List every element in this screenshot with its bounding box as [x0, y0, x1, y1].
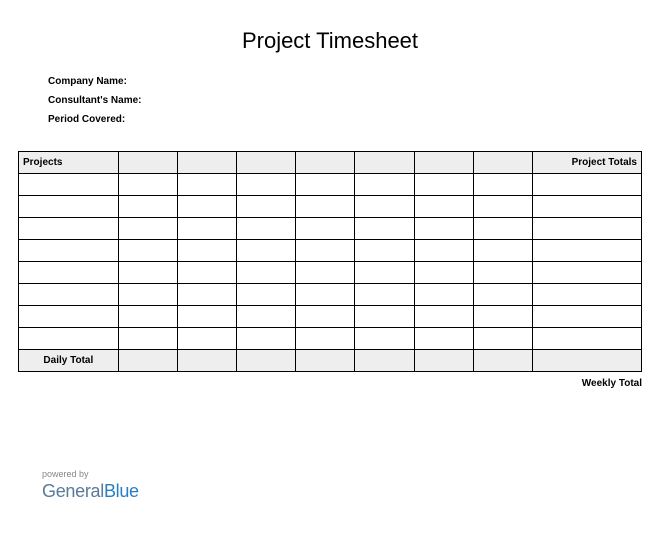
table-row — [19, 328, 642, 350]
daily-total-label: Daily Total — [19, 350, 119, 372]
brand-blue: Blue — [104, 481, 139, 501]
header-day — [118, 152, 177, 174]
table-row — [19, 196, 642, 218]
header-day — [473, 152, 532, 174]
table-row — [19, 218, 642, 240]
consultant-name-label: Consultant's Name: — [48, 91, 660, 110]
header-day — [414, 152, 473, 174]
footer: powered by GeneralBlue — [42, 470, 139, 502]
header-day — [355, 152, 414, 174]
table-row — [19, 262, 642, 284]
header-projects: Projects — [19, 152, 119, 174]
table-row — [19, 174, 642, 196]
header-day — [237, 152, 296, 174]
meta-block: Company Name: Consultant's Name: Period … — [48, 72, 660, 129]
table-row — [19, 306, 642, 328]
powered-by-text: powered by — [42, 470, 139, 480]
timesheet-table: Projects Project Totals Daily Total — [18, 151, 642, 372]
daily-total-row: Daily Total — [19, 350, 642, 372]
company-name-label: Company Name: — [48, 72, 660, 91]
table-header-row: Projects Project Totals — [19, 152, 642, 174]
table-row — [19, 240, 642, 262]
brand-general: General — [42, 481, 104, 501]
header-day — [296, 152, 355, 174]
weekly-total-label: Weekly Total — [0, 378, 642, 389]
header-day — [177, 152, 236, 174]
timesheet-table-wrap: Projects Project Totals Daily Total — [18, 151, 642, 372]
brand-logo: GeneralBlue — [42, 482, 139, 502]
table-row — [19, 284, 642, 306]
header-project-totals: Project Totals — [532, 152, 641, 174]
period-covered-label: Period Covered: — [48, 110, 660, 129]
page-title: Project Timesheet — [0, 28, 660, 54]
